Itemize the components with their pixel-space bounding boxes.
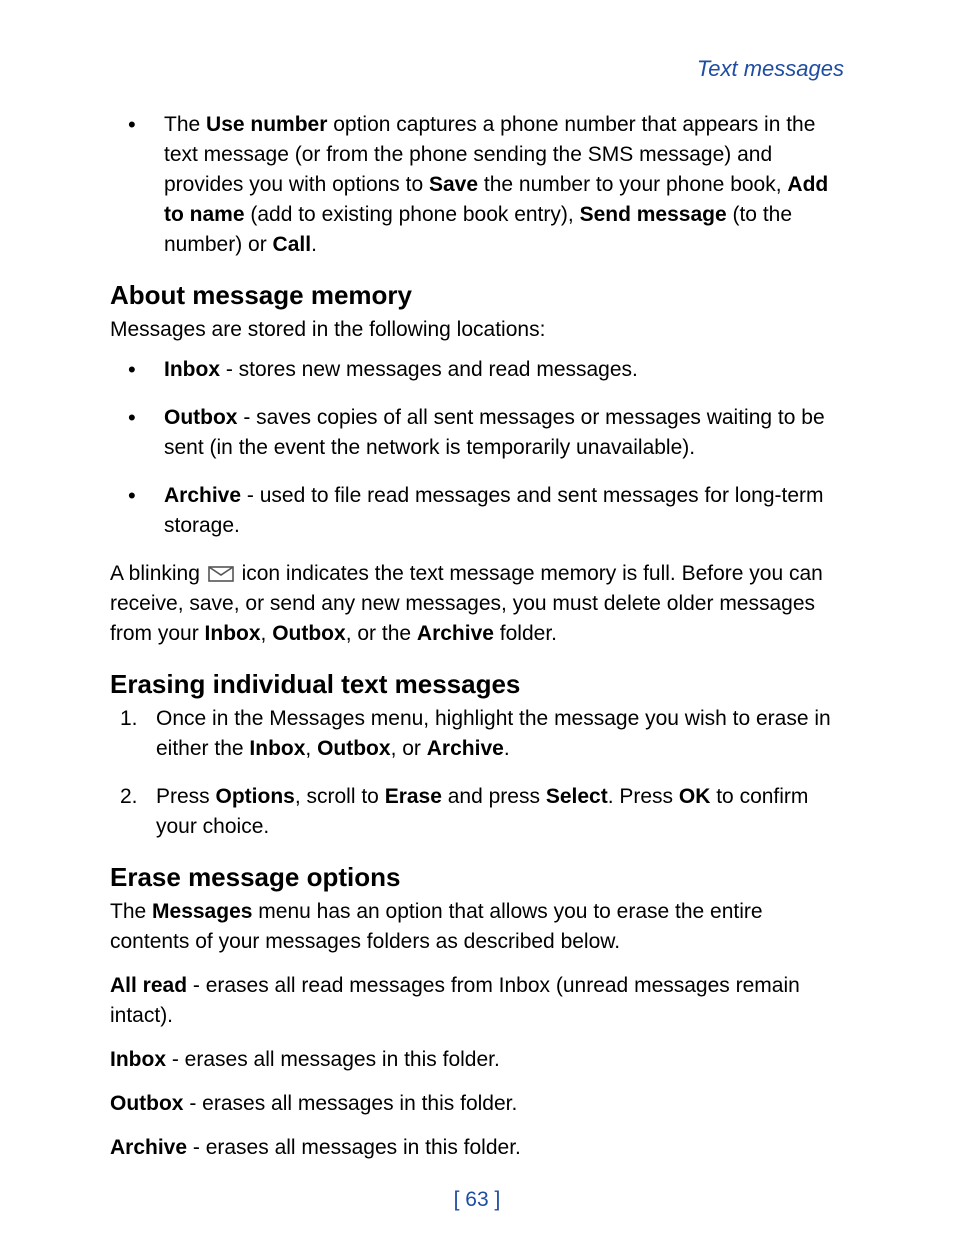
text-run: the number to your phone book, — [478, 173, 787, 196]
text-run: Call — [273, 233, 312, 256]
text-run: Inbox — [110, 1048, 166, 1071]
list-item: • Archive - used to file read messages a… — [114, 481, 844, 541]
list-item: • The Use number option captures a phone… — [114, 110, 844, 260]
text-run: Archive — [164, 484, 241, 507]
text-run: , — [261, 622, 273, 645]
text-run: , or the — [346, 622, 417, 645]
list-item-text: Outbox - saves copies of all sent messag… — [164, 403, 844, 463]
bullet-icon: • — [114, 403, 164, 463]
text-run: - erases all read messages from Inbox (u… — [110, 974, 800, 1027]
text-run: - erases all messages in this folder. — [166, 1048, 500, 1071]
paragraph: A blinking icon indicates the text messa… — [110, 559, 844, 649]
text-run: Options — [216, 785, 295, 808]
text-run: Select — [546, 785, 608, 808]
section-heading: Erase message options — [110, 862, 844, 893]
text-run: Use number — [206, 113, 327, 136]
page-number: [ 63 ] — [0, 1188, 954, 1212]
list-item-text: Archive - used to file read messages and… — [164, 481, 844, 541]
text-run: Outbox — [164, 406, 238, 429]
text-run: , scroll to — [295, 785, 385, 808]
text-run: The — [164, 113, 206, 136]
breadcrumb: Text messages — [110, 56, 844, 82]
text-run: Inbox — [249, 737, 305, 760]
list-item: 2. Press Options, scroll to Erase and pr… — [114, 782, 844, 842]
text-run: Archive — [110, 1136, 187, 1159]
text-run: - erases all messages in this folder. — [187, 1136, 521, 1159]
text-run: and press — [442, 785, 546, 808]
text-run: Archive — [417, 622, 494, 645]
paragraph: Outbox - erases all messages in this fol… — [110, 1089, 844, 1119]
paragraph: The Messages menu has an option that all… — [110, 897, 844, 957]
list-item: • Outbox - saves copies of all sent mess… — [114, 403, 844, 463]
list-item-text: Once in the Messages menu, highlight the… — [156, 704, 844, 764]
text-run: Inbox — [205, 622, 261, 645]
bullet-icon: • — [114, 355, 164, 385]
text-run: , — [305, 737, 317, 760]
text-run: Press — [156, 785, 216, 808]
list-item-text: The Use number option captures a phone n… — [164, 110, 844, 260]
list-item: 1. Once in the Messages menu, highlight … — [114, 704, 844, 764]
text-run: The — [110, 900, 152, 923]
text-run: . — [504, 737, 510, 760]
paragraph: Messages are stored in the following loc… — [110, 315, 844, 345]
text-run: Archive — [427, 737, 504, 760]
text-run: . — [311, 233, 317, 256]
text-run: - erases all messages in this folder. — [184, 1092, 518, 1115]
list-item-text: Press Options, scroll to Erase and press… — [156, 782, 844, 842]
text-run: A blinking — [110, 562, 206, 585]
text-run: Send message — [580, 203, 727, 226]
envelope-icon — [208, 566, 234, 582]
text-run: Messages — [152, 900, 252, 923]
text-run: - used to file read messages and sent me… — [164, 484, 824, 537]
text-run: Save — [429, 173, 478, 196]
bullet-icon: • — [114, 481, 164, 541]
text-run: (add to existing phone book entry), — [245, 203, 580, 226]
text-run: folder. — [494, 622, 557, 645]
list-item: • Inbox - stores new messages and read m… — [114, 355, 844, 385]
text-run: . Press — [608, 785, 679, 808]
list-number: 2. — [114, 782, 156, 842]
text-run: - stores new messages and read messages. — [220, 358, 638, 381]
list-number: 1. — [114, 704, 156, 764]
section-heading: Erasing individual text messages — [110, 669, 844, 700]
text-run: Outbox — [272, 622, 346, 645]
text-run: , or — [391, 737, 427, 760]
section-heading: About message memory — [110, 280, 844, 311]
paragraph: Inbox - erases all messages in this fold… — [110, 1045, 844, 1075]
paragraph: Archive - erases all messages in this fo… — [110, 1133, 844, 1163]
text-run: OK — [679, 785, 711, 808]
text-run: Inbox — [164, 358, 220, 381]
text-run: All read — [110, 974, 187, 997]
list-item-text: Inbox - stores new messages and read mes… — [164, 355, 844, 385]
bullet-icon: • — [114, 110, 164, 260]
text-run: Outbox — [317, 737, 391, 760]
page-container: Text messages • The Use number option ca… — [0, 0, 954, 1248]
paragraph: All read - erases all read messages from… — [110, 971, 844, 1031]
text-run: Erase — [385, 785, 442, 808]
text-run: - saves copies of all sent messages or m… — [164, 406, 825, 459]
text-run: Outbox — [110, 1092, 184, 1115]
